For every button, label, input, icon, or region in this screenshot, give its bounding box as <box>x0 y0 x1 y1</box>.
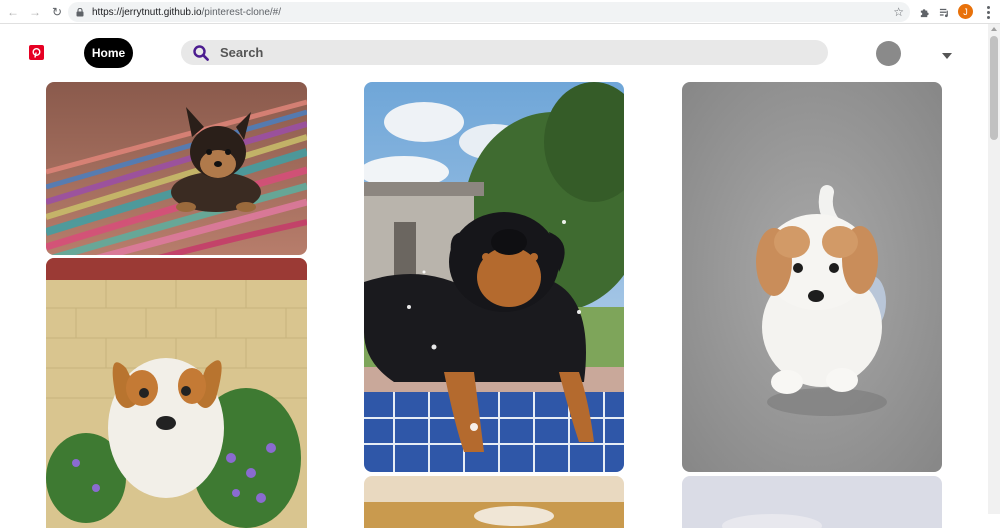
chevron-down-icon[interactable] <box>942 53 952 59</box>
puppy-image-partial <box>364 476 624 528</box>
pin-card[interactable] <box>46 82 307 255</box>
pin-card[interactable] <box>364 82 624 472</box>
browser-toolbar: ← → ↻ https://jerrytnutt.github.io/pinte… <box>0 0 1000 24</box>
back-arrow-icon[interactable]: ← <box>4 3 22 21</box>
search-input[interactable] <box>220 45 780 60</box>
extensions-puzzle-icon[interactable] <box>916 4 932 20</box>
search-icon <box>193 44 209 61</box>
search-bar[interactable] <box>181 40 828 65</box>
home-button[interactable]: Home <box>84 38 133 68</box>
yorkie-puppy-image <box>46 82 307 255</box>
forward-arrow-icon[interactable]: → <box>26 3 44 21</box>
reload-icon[interactable]: ↻ <box>48 3 66 21</box>
url-path: /pinterest-clone/#/ <box>201 6 282 18</box>
jack-russell-puppy-image <box>46 258 307 528</box>
user-avatar[interactable] <box>876 41 901 66</box>
url-host: https://jerrytnutt.github.io <box>92 6 202 18</box>
scrollbar-thumb[interactable] <box>990 36 998 140</box>
puppy-image-partial <box>682 476 942 528</box>
url-text: https://jerrytnutt.github.io/pinterest-c… <box>92 7 281 18</box>
address-bar[interactable]: https://jerrytnutt.github.io/pinterest-c… <box>68 2 910 22</box>
pinterest-logo-icon[interactable] <box>29 45 44 60</box>
browser-menu-icon[interactable] <box>982 4 994 20</box>
pin-card[interactable] <box>682 476 942 528</box>
page-scrollbar[interactable] <box>988 24 1000 514</box>
pin-card[interactable] <box>682 82 942 472</box>
scroll-up-arrow-icon[interactable] <box>991 27 997 31</box>
media-playlist-icon[interactable] <box>936 4 952 20</box>
black-tan-puppy-image <box>364 82 624 472</box>
pin-card[interactable] <box>364 476 624 528</box>
pin-card[interactable] <box>46 258 307 528</box>
bookmark-star-icon[interactable]: ☆ <box>893 5 904 19</box>
lock-icon <box>76 7 84 17</box>
profile-avatar[interactable]: J <box>958 4 973 19</box>
cavapoo-puppy-image <box>682 82 942 472</box>
